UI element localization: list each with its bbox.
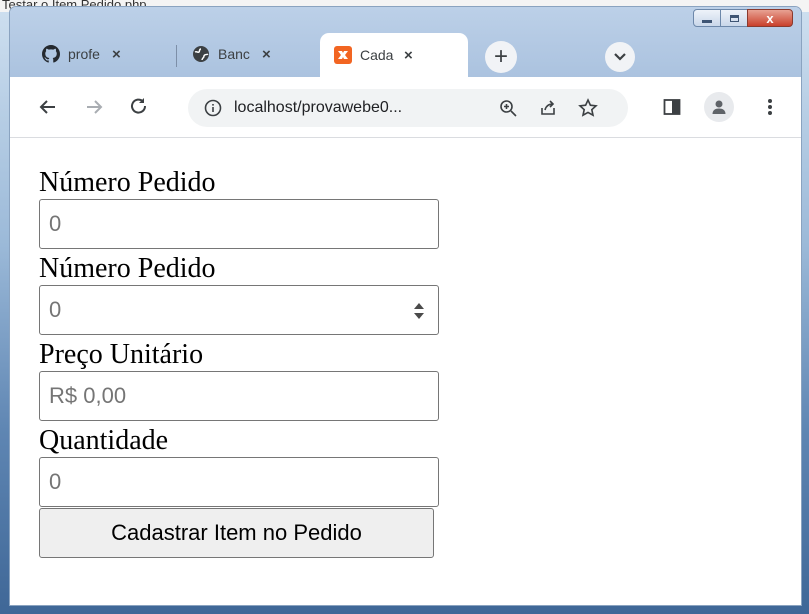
browser-toolbar: localhost/provawebe0...	[10, 77, 801, 138]
url-text[interactable]: localhost/provawebe0...	[234, 99, 494, 117]
numero-pedido-number-label: Número Pedido	[39, 253, 216, 284]
back-arrow-icon	[39, 100, 55, 114]
maximize-icon	[729, 14, 739, 22]
side-panel-icon	[663, 99, 681, 115]
xampp-icon	[334, 46, 352, 64]
window-controls: x	[693, 9, 793, 27]
tab-close-icon[interactable]: ×	[262, 46, 271, 63]
browser-window: x profe × Banc × Cada × + localhost/prov…	[9, 6, 802, 606]
numero-pedido-label: Número Pedido	[39, 167, 216, 198]
close-window-button[interactable]: x	[747, 9, 793, 27]
tab-github[interactable]: profe ×	[28, 35, 168, 73]
tab-title: Cada	[360, 47, 394, 63]
maximize-button[interactable]	[720, 9, 748, 27]
input-placeholder: 0	[49, 469, 62, 494]
avatar-icon	[712, 100, 726, 114]
tab-close-icon[interactable]: ×	[112, 46, 121, 63]
new-tab-button[interactable]: +	[485, 41, 517, 73]
cadastrar-item-button[interactable]: Cadastrar Item no Pedido	[39, 508, 434, 558]
globe-icon	[192, 45, 210, 63]
minimize-button[interactable]	[693, 9, 721, 27]
github-icon	[42, 45, 60, 63]
tab-strip: profe × Banc × Cada × +	[28, 29, 801, 79]
bookmark-star-icon[interactable]	[578, 98, 598, 118]
tab-search-button[interactable]	[605, 42, 635, 72]
title-bar: x profe × Banc × Cada × +	[10, 7, 801, 85]
forward-button[interactable]	[82, 95, 106, 119]
quantidade-input[interactable]: 0	[39, 457, 439, 507]
numero-pedido-input[interactable]: 0	[39, 199, 439, 249]
zoom-icon[interactable]	[498, 98, 518, 118]
reload-button[interactable]	[127, 95, 151, 119]
numero-pedido-number-input[interactable]: 0	[39, 285, 439, 335]
quantidade-label: Quantidade	[39, 425, 169, 456]
side-panel-button[interactable]	[660, 95, 684, 119]
tab-divider	[176, 45, 177, 67]
input-placeholder: 0	[49, 211, 62, 236]
preco-unitario-input[interactable]: R$ 0,00	[39, 371, 439, 421]
tab-banco[interactable]: Banc ×	[178, 35, 318, 73]
tab-title: Banc	[218, 46, 250, 62]
tab-title: profe	[68, 46, 100, 62]
page-content: Número Pedido 0 Número Pedido 0 Preço Un…	[10, 138, 801, 605]
reload-icon	[131, 98, 147, 114]
profile-button[interactable]	[704, 92, 734, 122]
chevron-down-icon	[614, 53, 626, 61]
input-placeholder: 0	[49, 297, 62, 322]
item-pedido-form: Número Pedido 0 Número Pedido 0 Preço Un…	[39, 168, 439, 558]
address-bar[interactable]: localhost/provawebe0...	[188, 89, 628, 127]
menu-button[interactable]	[758, 95, 782, 119]
share-icon[interactable]	[538, 98, 558, 118]
kebab-menu-icon	[768, 99, 772, 115]
tab-cadastro-active[interactable]: Cada ×	[320, 33, 468, 77]
info-icon[interactable]	[204, 99, 222, 117]
number-spinner-icon[interactable]	[412, 299, 426, 323]
forward-arrow-icon	[87, 100, 103, 114]
preco-unitario-label: Preço Unitário	[39, 339, 204, 370]
back-button[interactable]	[36, 95, 60, 119]
tab-close-icon[interactable]: ×	[404, 47, 413, 64]
input-placeholder: R$ 0,00	[49, 383, 127, 408]
minimize-icon	[702, 19, 712, 23]
